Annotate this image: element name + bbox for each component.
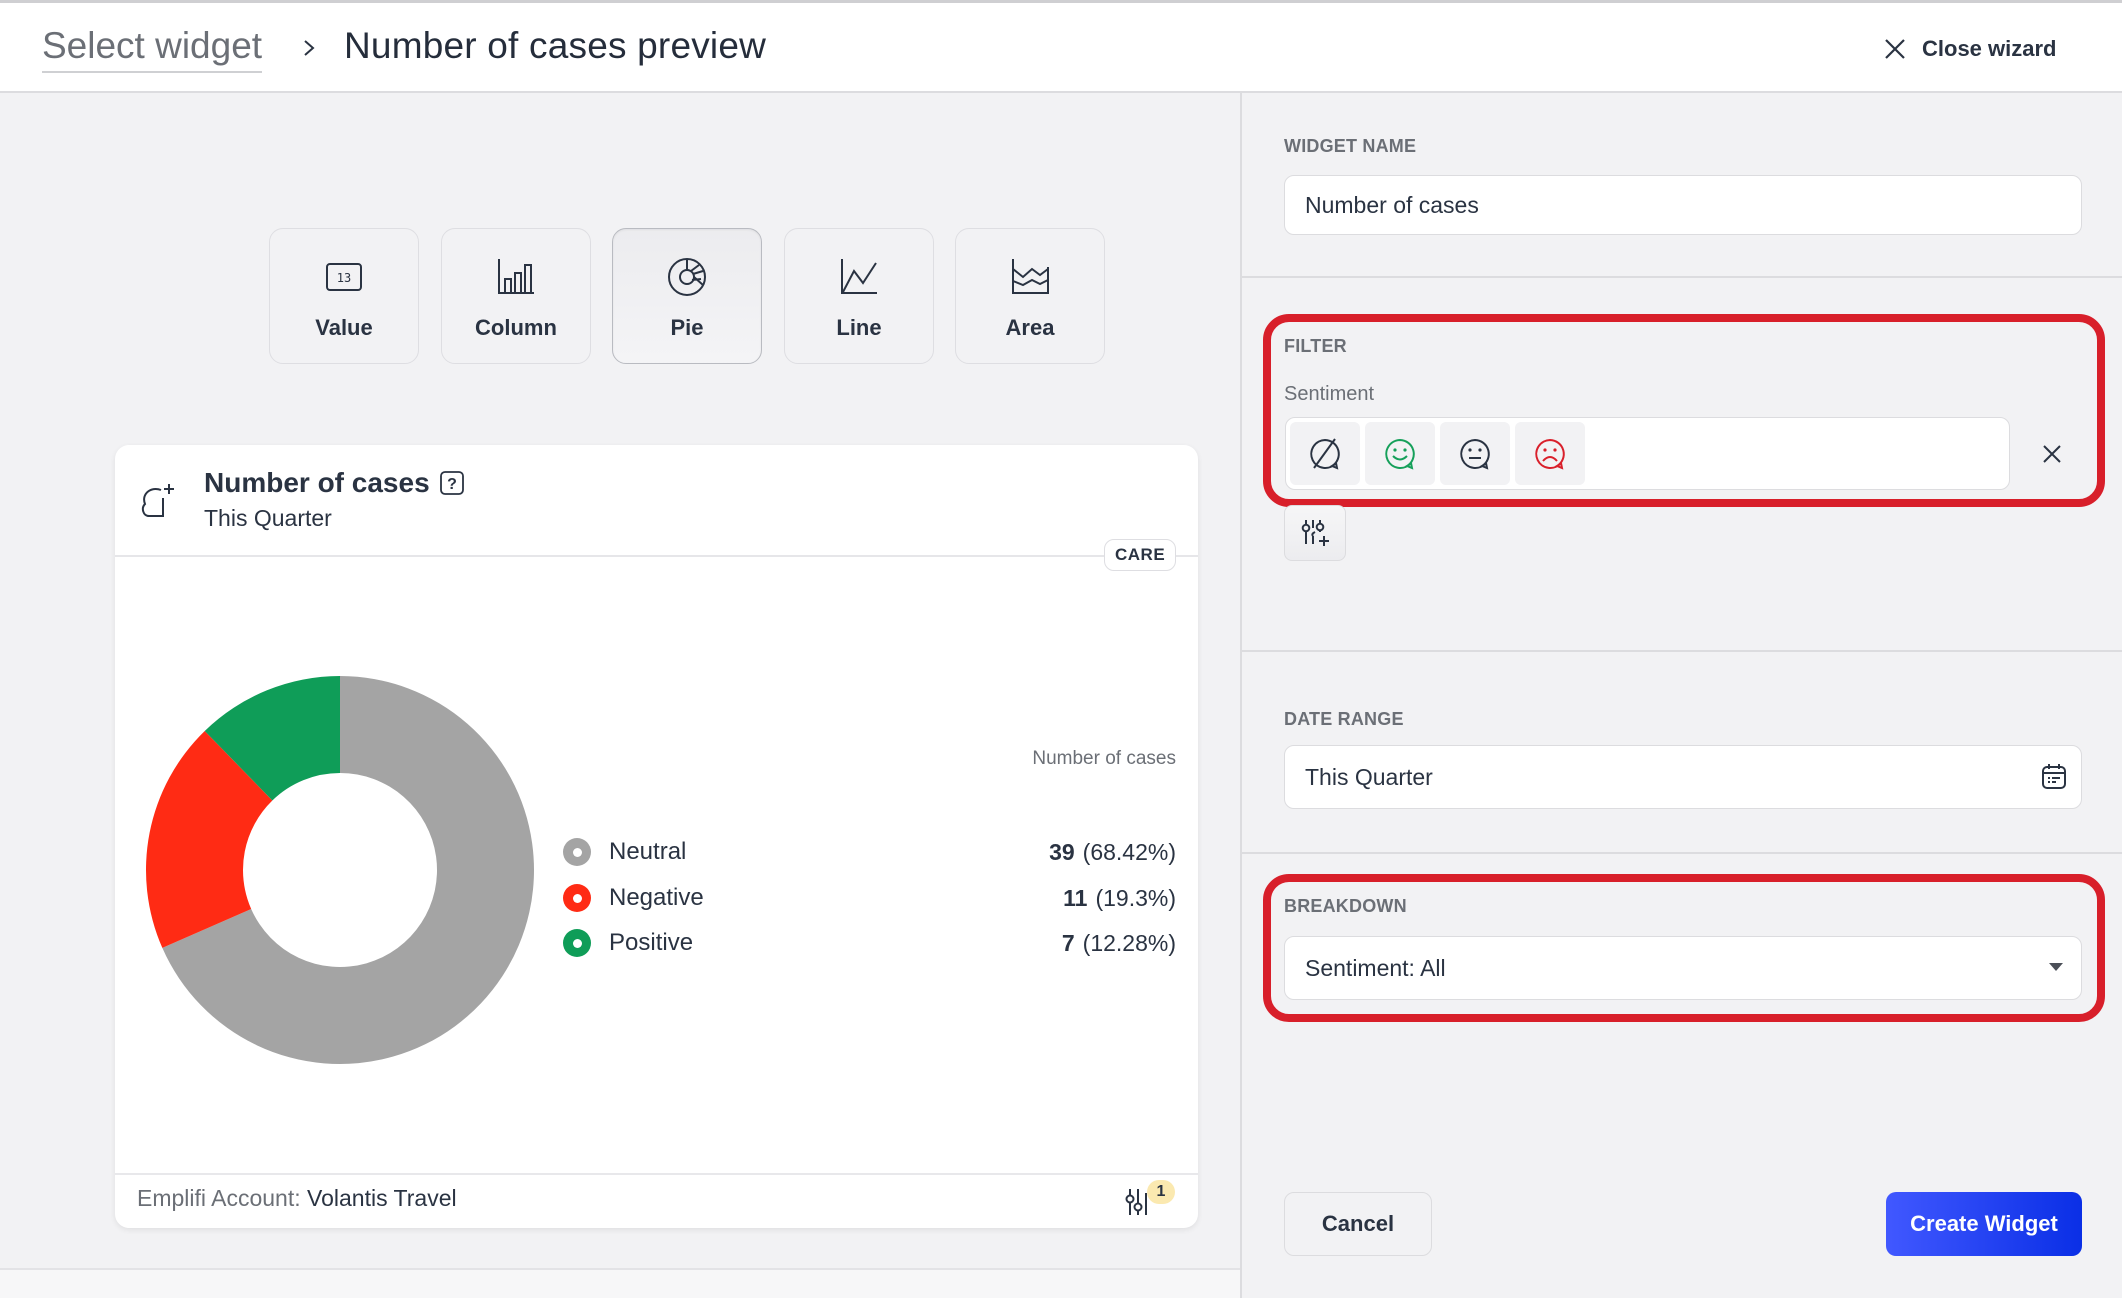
legend-count: 39 [1049,838,1075,865]
preview-area: 13 Value Column Pie Line Area Number of … [0,93,1240,1298]
widget-type-label: Line [836,315,882,340]
legend-header: Number of cases [1032,748,1176,769]
line-chart-icon [841,259,877,294]
section-divider [1242,852,2122,854]
legend-item-positive[interactable]: Positive 7 (12.28%) [563,925,1176,961]
legend-percent: (12.28%) [1082,929,1176,956]
area-chart-icon [1012,259,1049,294]
sentiment-filter-input[interactable] [1285,417,2010,490]
legend-value: 7 (12.28%) [1062,930,1176,957]
card-title-text: Number of cases [204,467,430,498]
svg-text:?: ? [447,476,457,493]
date-range-value: This Quarter [1305,763,1433,790]
widget-type-label: Pie [670,315,704,340]
section-divider [1242,650,2122,652]
care-badge: CARE [1104,539,1177,571]
remove-filter-icon[interactable] [2042,444,2062,464]
sentiment-option-neutral[interactable] [1440,422,1510,485]
sentiment-option-negative[interactable] [1515,422,1585,485]
neutral-sentiment-icon [1460,438,1490,470]
legend-value: 39 (68.42%) [1049,839,1176,866]
widget-type-value[interactable]: 13 Value [269,228,419,364]
breakdown-label: BREAKDOWN [1284,896,1407,916]
create-widget-button[interactable]: Create Widget [1886,1192,2082,1256]
legend-label: Negative [609,884,704,911]
date-range-label: DATE RANGE [1284,709,1404,729]
column-chart-icon [498,259,534,294]
account-name: Volantis Travel [307,1185,457,1211]
card-subtitle: This Quarter [204,505,332,531]
help-icon[interactable]: ? [439,471,464,495]
positive-sentiment-icon [1385,438,1415,470]
bottom-strip [0,1268,1240,1298]
svg-text:13: 13 [337,271,351,285]
breakdown-select[interactable]: Sentiment: All [1284,936,2082,1000]
breadcrumb-select-widget[interactable]: Select widget [42,25,263,73]
close-wizard-button[interactable]: Close wizard [1884,31,2056,67]
legend-label: Neutral [609,838,687,865]
sentiment-label: Sentiment [1284,383,1375,405]
widget-type-area[interactable]: Area [955,228,1105,364]
filter-label: FILTER [1284,336,1347,356]
card-footer: Emplifi Account: Volantis Travel [137,1185,457,1212]
negative-sentiment-icon [1535,438,1565,470]
add-filter-button[interactable] [1284,505,1346,561]
close-icon [1885,39,1905,59]
pie-chart-icon [668,258,706,296]
legend-item-negative[interactable]: Negative 11 (19.3%) [563,880,1176,916]
no-sentiment-icon [1310,437,1340,470]
legend-marker-icon [563,838,591,866]
card-header-divider [115,555,1198,557]
close-wizard-label: Close wizard [1922,36,2057,61]
widget-type-label: Value [315,315,373,340]
widget-type-line[interactable]: Line [784,228,934,364]
widget-type-column[interactable]: Column [441,228,591,364]
section-divider [1242,276,2122,278]
widget-preview-card: Number of cases ? This Quarter CARE Numb… [115,445,1198,1228]
legend-marker-icon [563,929,591,957]
widget-name-value: Number of cases [1305,191,1479,218]
widget-type-label: Column [475,315,557,340]
legend-percent: (19.3%) [1095,884,1176,911]
wizard-header: Select widget Number of cases preview Cl… [0,0,2122,93]
widget-name-input[interactable]: Number of cases [1284,175,2082,235]
legend-count: 11 [1063,884,1088,911]
sentiment-option-positive[interactable] [1365,422,1435,485]
card-title: Number of cases ? [204,467,464,499]
legend-item-neutral[interactable]: Neutral 39 (68.42%) [563,834,1176,870]
card-footer-divider [115,1173,1198,1175]
widget-type-pie[interactable]: Pie [612,228,762,364]
widget-type-label: Area [1005,315,1055,340]
sentiment-option-none[interactable] [1290,422,1360,485]
cancel-button[interactable]: Cancel [1284,1192,1432,1256]
add-filter-icon [1301,520,1329,546]
calendar-icon [2042,764,2066,789]
legend-label: Positive [609,929,694,956]
care-source-icon [141,484,174,517]
donut-chart [145,676,535,1064]
dropdown-caret-icon [2049,963,2063,971]
filters-count-badge: 1 [1147,1180,1175,1204]
page-title: Number of cases preview [344,25,767,66]
value-icon: 13 [326,263,362,291]
widget-name-label: WIDGET NAME [1284,136,1417,156]
breakdown-value: Sentiment: All [1305,954,1446,981]
chevron-right-icon [304,40,315,56]
legend-count: 7 [1061,929,1075,956]
account-label: Emplifi Account: [137,1185,308,1211]
legend-percent: (68.42%) [1082,838,1176,865]
date-range-picker[interactable]: This Quarter [1284,745,2082,809]
widget-settings-panel: WIDGET NAME Number of cases FILTER Senti… [1240,93,2122,1298]
legend-value: 11 (19.3%) [1063,885,1176,912]
legend-marker-icon [563,884,591,912]
